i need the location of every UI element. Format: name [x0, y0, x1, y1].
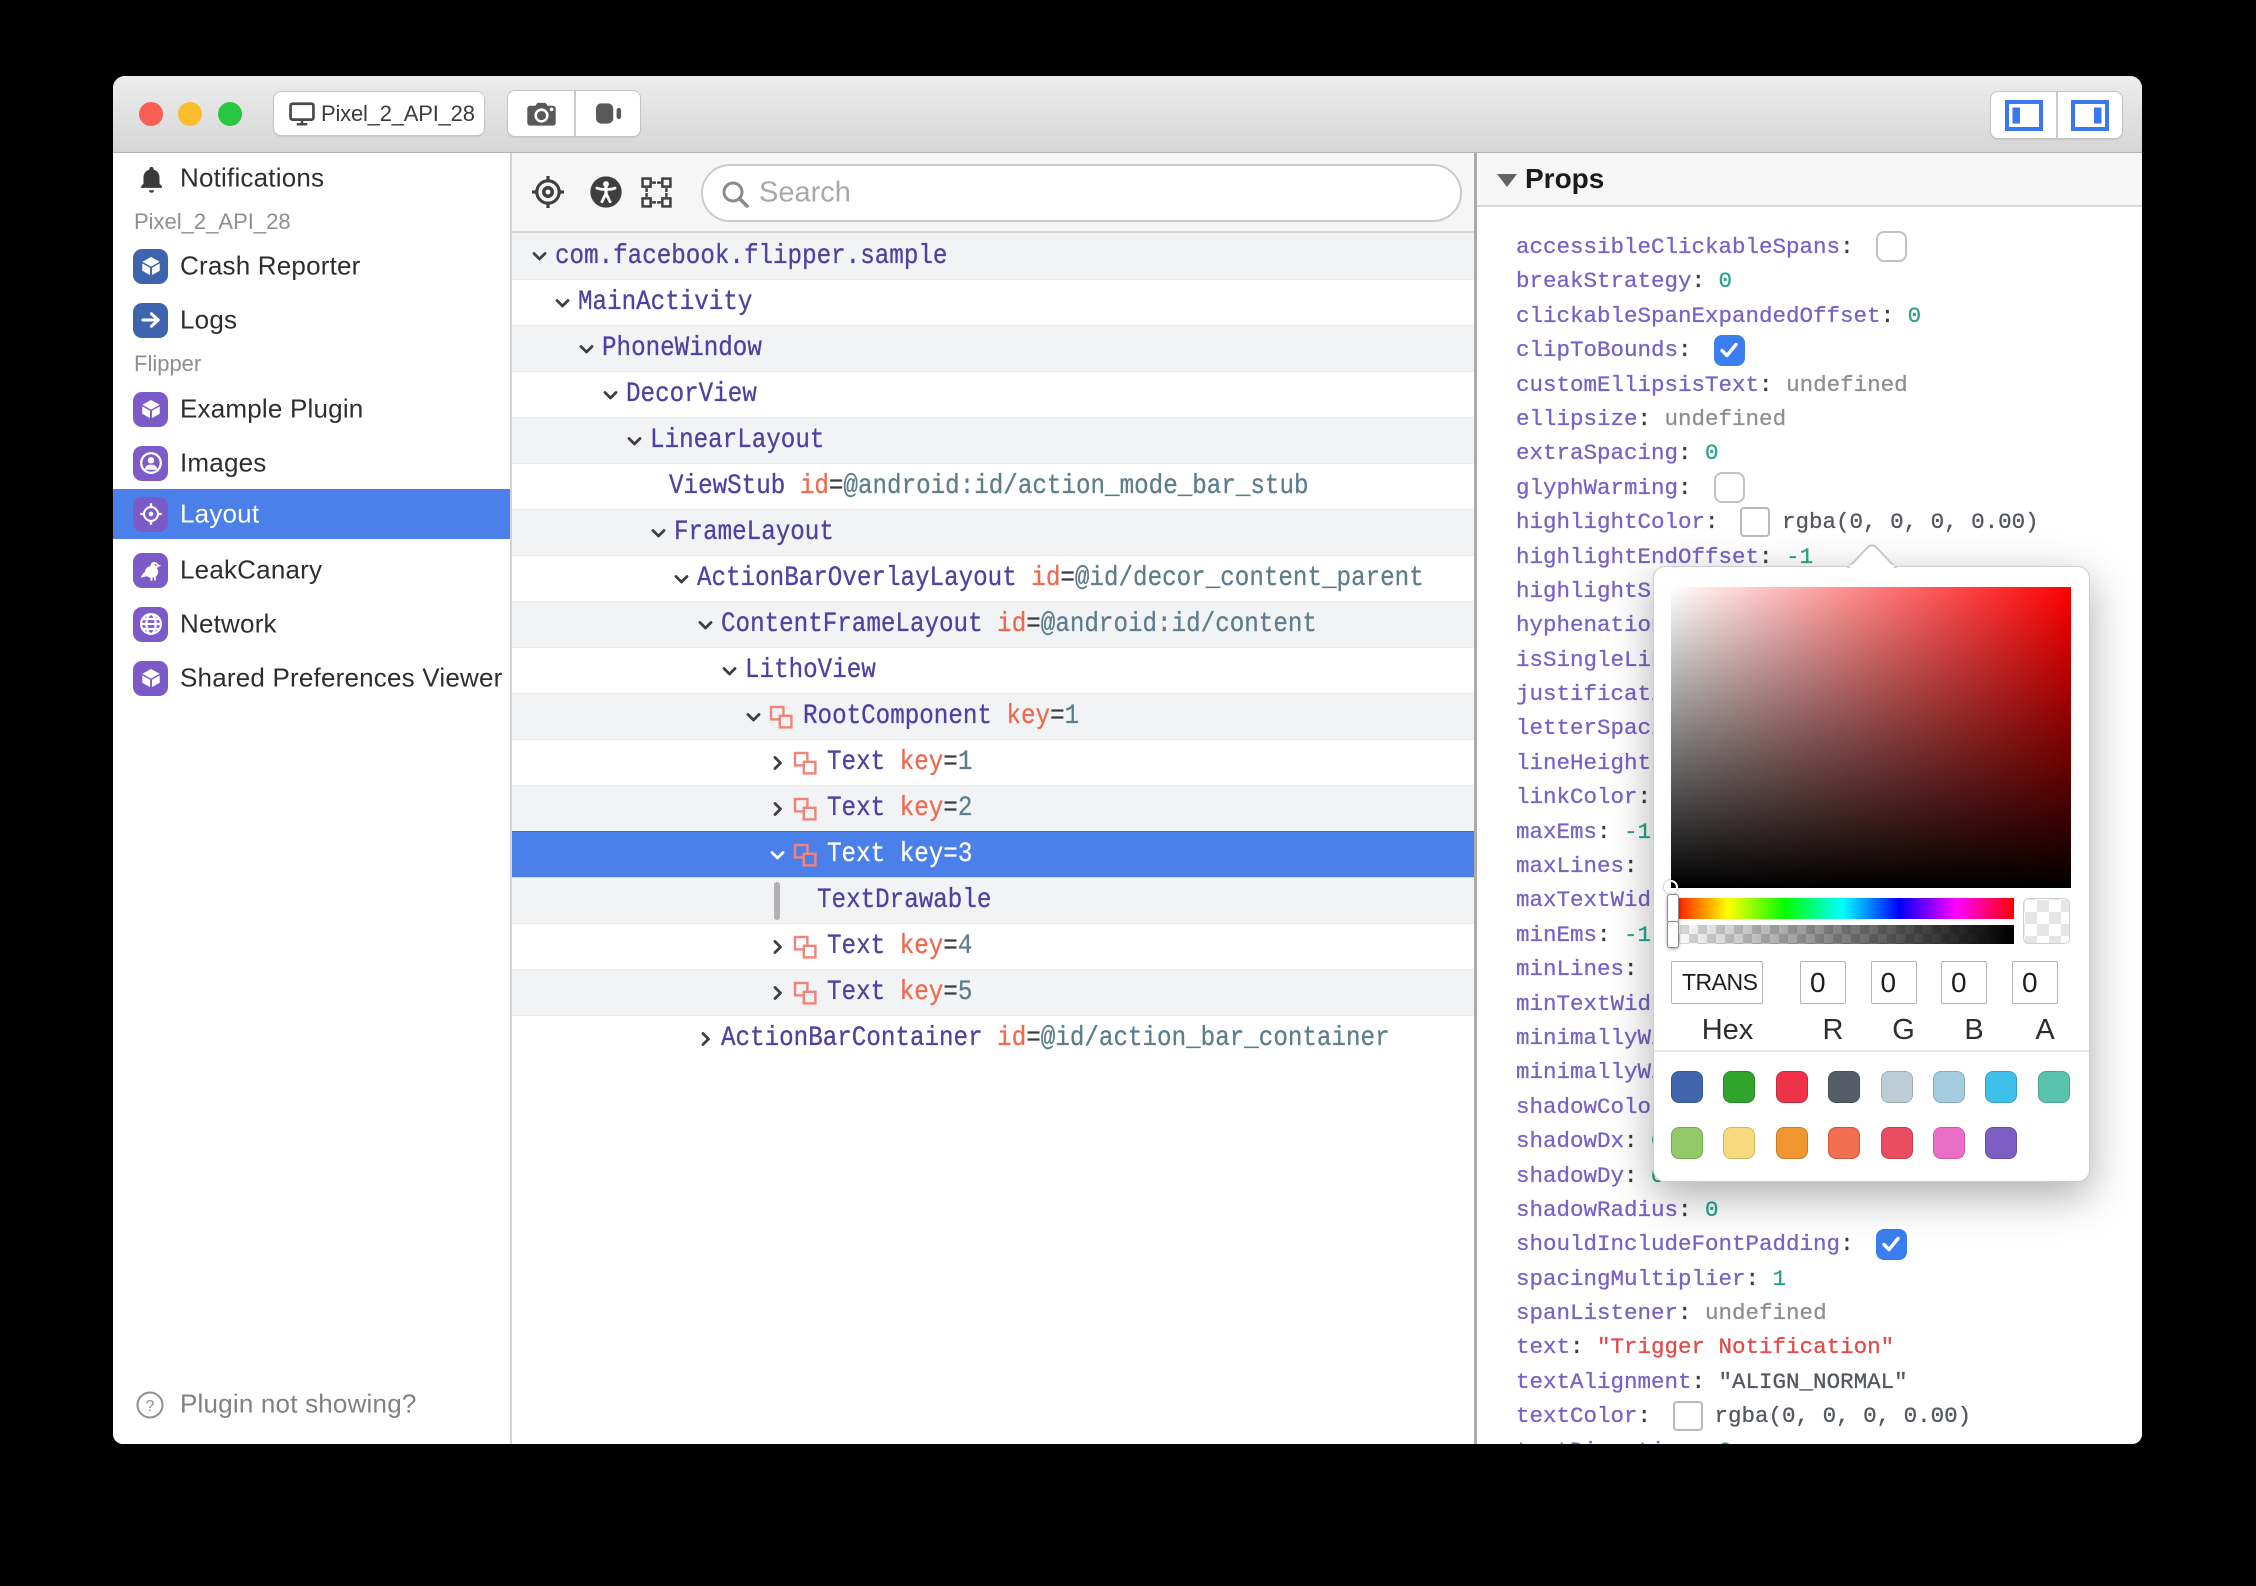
svg-text:?: ?	[146, 1398, 155, 1415]
